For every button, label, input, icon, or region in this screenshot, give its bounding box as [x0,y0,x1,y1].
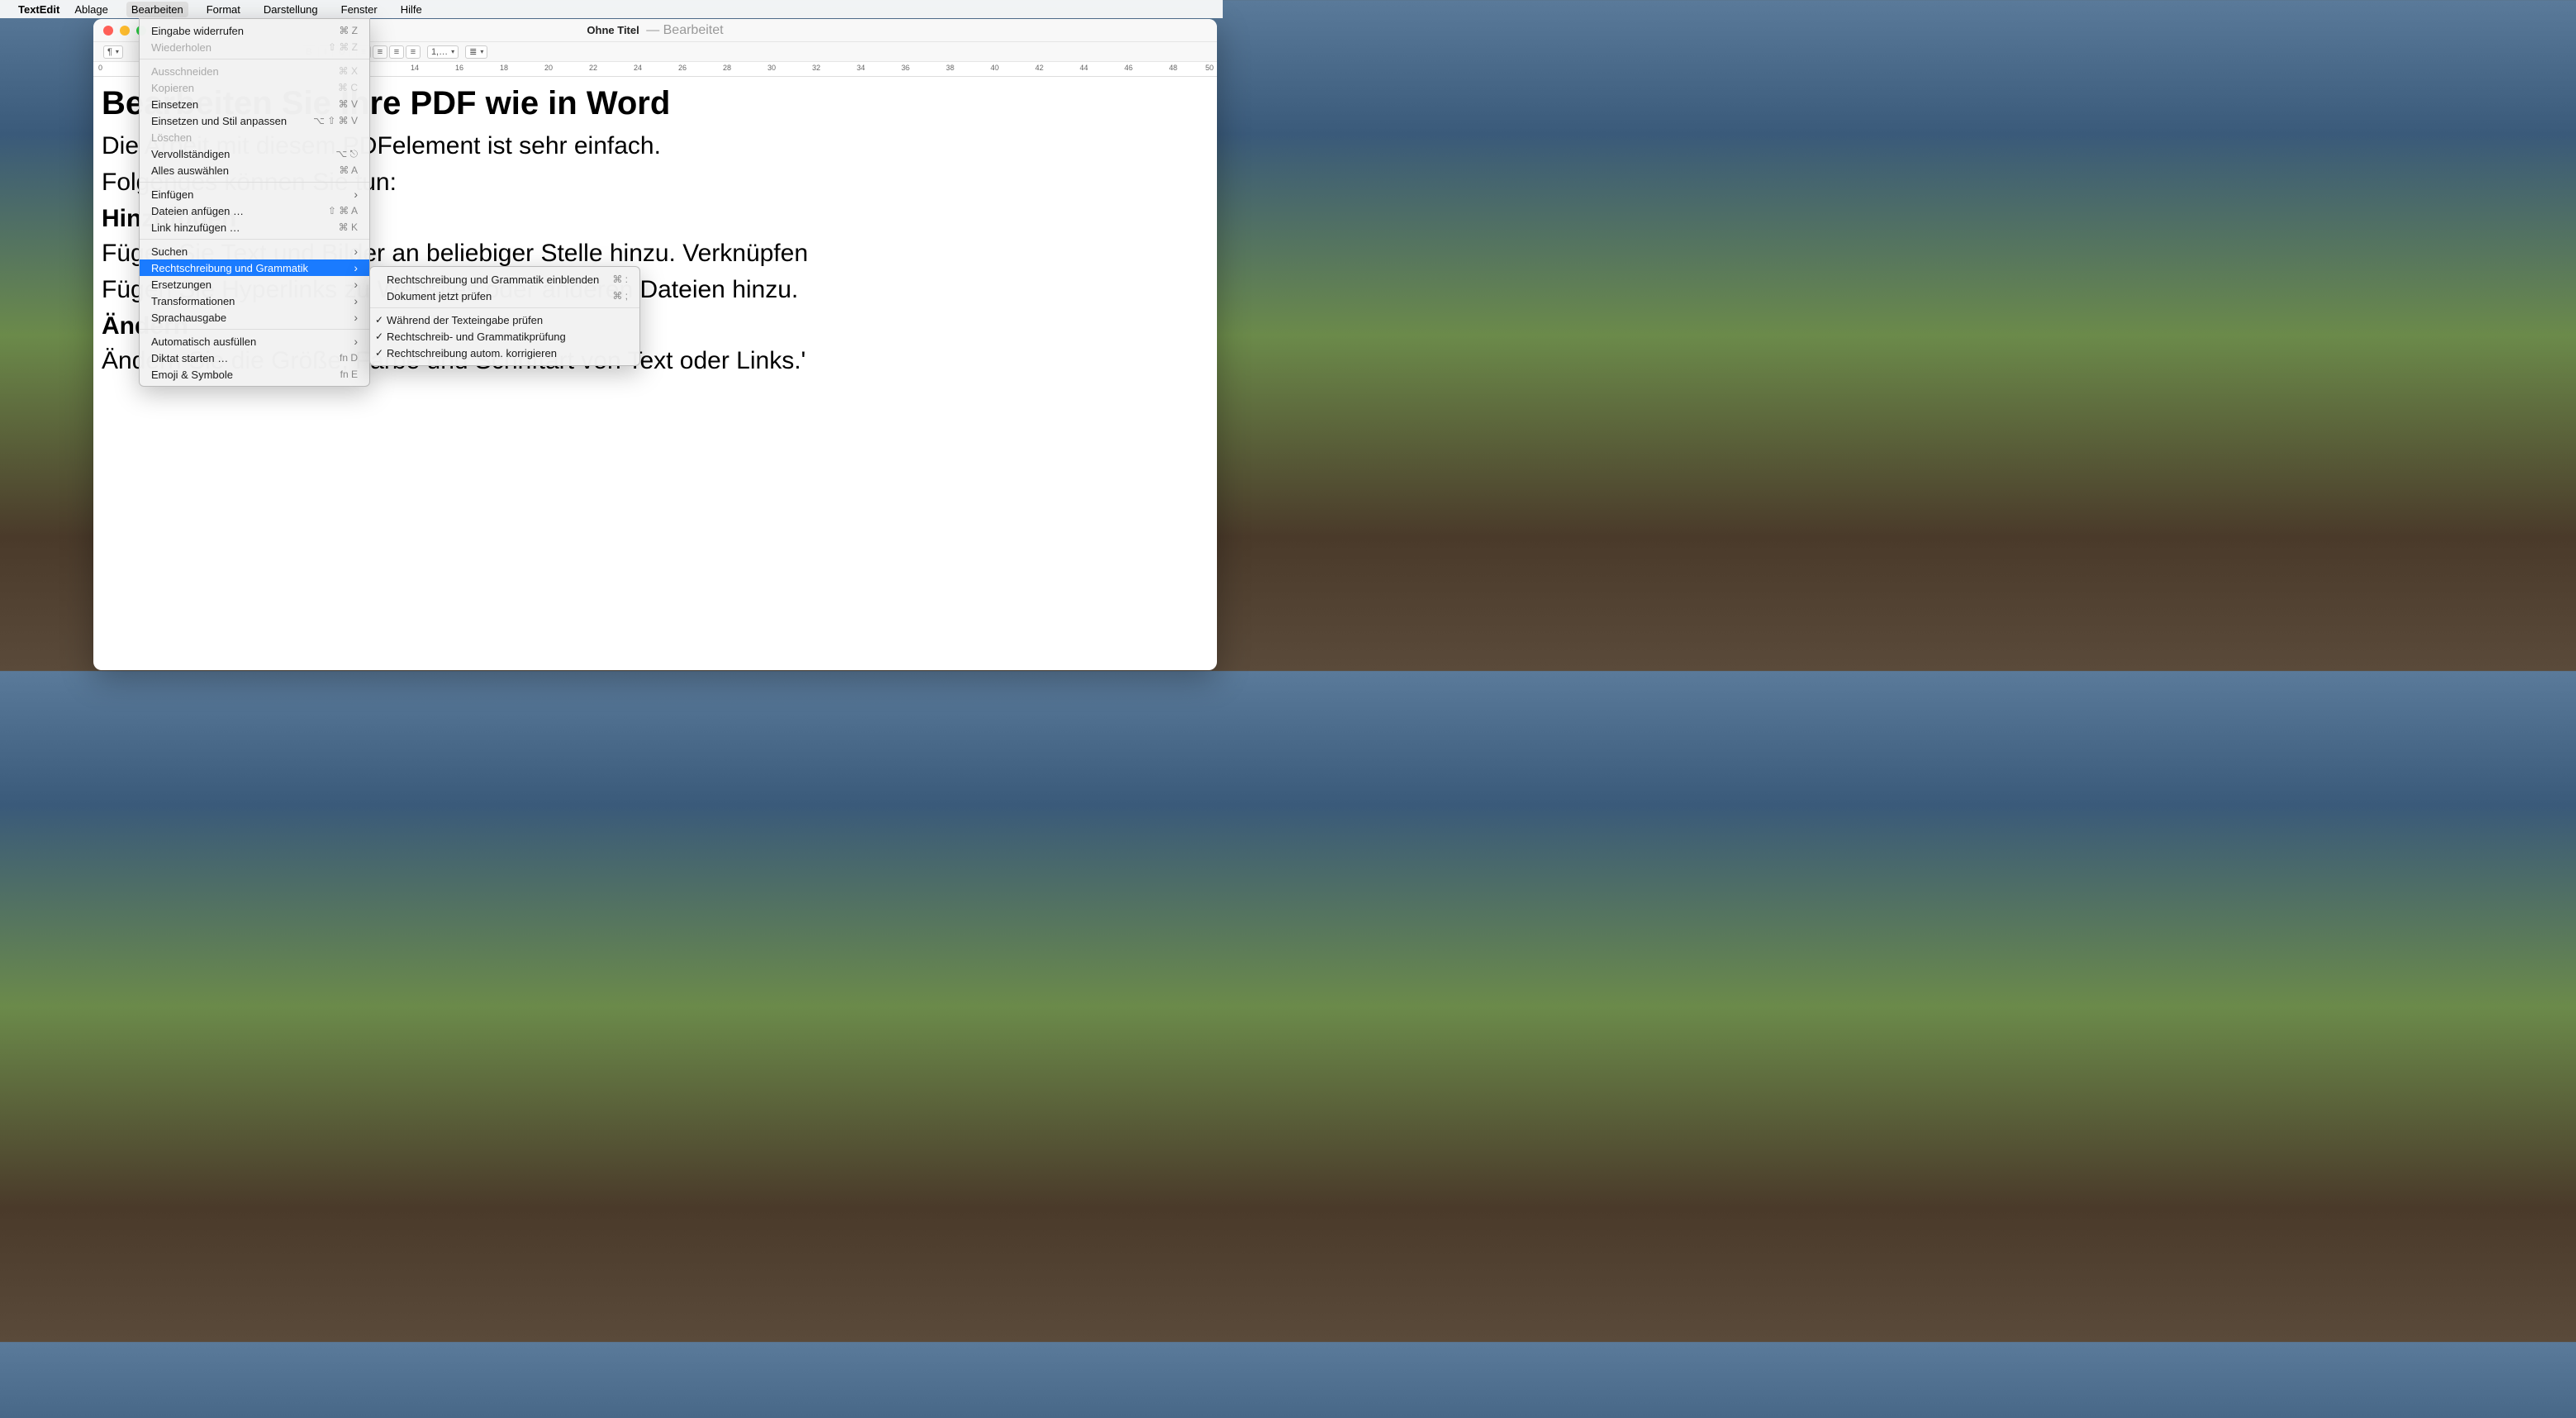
ruler-tick: 44 [1080,64,1088,72]
align-justify-icon[interactable]: ≡ [406,45,421,59]
ruler-tick: 18 [500,64,508,72]
ruler-tick: 16 [455,64,463,72]
align-right-icon[interactable]: ≡ [389,45,404,59]
menubar-view[interactable]: Darstellung [259,2,323,17]
menu-paste-style[interactable]: Einsetzen und Stil anpassen⌥ ⇧ ⌘ V [140,112,369,129]
menubar-help[interactable]: Hilfe [396,2,427,17]
menu-separator [140,239,369,240]
spelling-grammar-submenu: Rechtschreibung und Grammatik einblenden… [369,266,640,366]
window-title: Ohne Titel [587,24,639,36]
ruler-tick: 46 [1124,64,1133,72]
system-menu-bar: TextEdit Ablage Bearbeiten Format Darste… [0,0,1223,18]
submenu-show-spelling[interactable]: Rechtschreibung und Grammatik einblenden… [370,271,639,288]
ruler-tick: 0 [98,64,102,72]
minimize-icon[interactable] [120,26,130,36]
menu-complete[interactable]: Vervollständigen⌥ ⎋ [140,145,369,162]
menu-paste[interactable]: Einsetzen⌘ V [140,96,369,112]
ruler-tick: 24 [634,64,642,72]
paragraph-style-select[interactable]: ¶ [103,45,123,59]
ruler-tick: 40 [991,64,999,72]
close-icon[interactable] [103,26,113,36]
line-spacing-select[interactable]: 1,… [427,45,459,59]
ruler-tick: 42 [1035,64,1043,72]
menu-dictation[interactable]: Diktat starten …fn D [140,350,369,366]
menu-link[interactable]: Link hinzufügen …⌘ K [140,219,369,236]
menu-undo[interactable]: Eingabe widerrufen⌘ Z [140,22,369,39]
ruler-tick: 38 [946,64,954,72]
menubar-window[interactable]: Fenster [336,2,383,17]
ruler-tick: 14 [411,64,419,72]
submenu-spell-grammar-check[interactable]: Rechtschreib- und Grammatikprüfung [370,328,639,345]
menu-speech[interactable]: Sprachausgabe [140,309,369,326]
app-name[interactable]: TextEdit [18,3,59,16]
window-edited-status: — Bearbeitet [646,23,723,37]
menu-attach[interactable]: Dateien anfügen …⇧ ⌘ A [140,202,369,219]
ruler-tick: 30 [768,64,776,72]
ruler-tick: 32 [812,64,820,72]
menu-cut: Ausschneiden⌘ X [140,63,369,79]
ruler-tick: 50 [1205,64,1214,72]
ruler-tick: 22 [589,64,597,72]
menu-separator [370,307,639,308]
menu-autofill[interactable]: Automatisch ausfüllen [140,333,369,350]
menu-select-all[interactable]: Alles auswählen⌘ A [140,162,369,178]
menubar-format[interactable]: Format [202,2,245,17]
list-style-select[interactable]: ≣ [465,45,487,59]
menu-insert[interactable]: Einfügen [140,186,369,202]
submenu-autocorrect[interactable]: Rechtschreibung autom. korrigieren [370,345,639,361]
menu-separator [140,329,369,330]
ruler-tick: 34 [857,64,865,72]
menu-find[interactable]: Suchen [140,243,369,259]
menubar-file[interactable]: Ablage [69,2,112,17]
submenu-while-typing[interactable]: Während der Texteingabe prüfen [370,312,639,328]
ruler-tick: 20 [544,64,553,72]
align-center-icon[interactable]: ≡ [373,45,387,59]
menubar-edit[interactable]: Bearbeiten [126,2,188,17]
menu-spelling-grammar[interactable]: Rechtschreibung und Grammatik [140,259,369,276]
ruler-tick: 28 [723,64,731,72]
menu-delete: Löschen [140,129,369,145]
ruler-tick: 48 [1169,64,1177,72]
ruler-tick: 26 [678,64,687,72]
ruler-tick: 36 [901,64,910,72]
menu-separator [140,182,369,183]
menu-redo: Wiederholen⇧ ⌘ Z [140,39,369,55]
edit-menu-dropdown: Eingabe widerrufen⌘ Z Wiederholen⇧ ⌘ Z A… [139,18,370,387]
menu-copy: Kopieren⌘ C [140,79,369,96]
submenu-check-now[interactable]: Dokument jetzt prüfen⌘ ; [370,288,639,304]
menu-substitutions[interactable]: Ersetzungen [140,276,369,293]
menu-transforms[interactable]: Transformationen [140,293,369,309]
menu-emoji[interactable]: Emoji & Symbolefn E [140,366,369,383]
